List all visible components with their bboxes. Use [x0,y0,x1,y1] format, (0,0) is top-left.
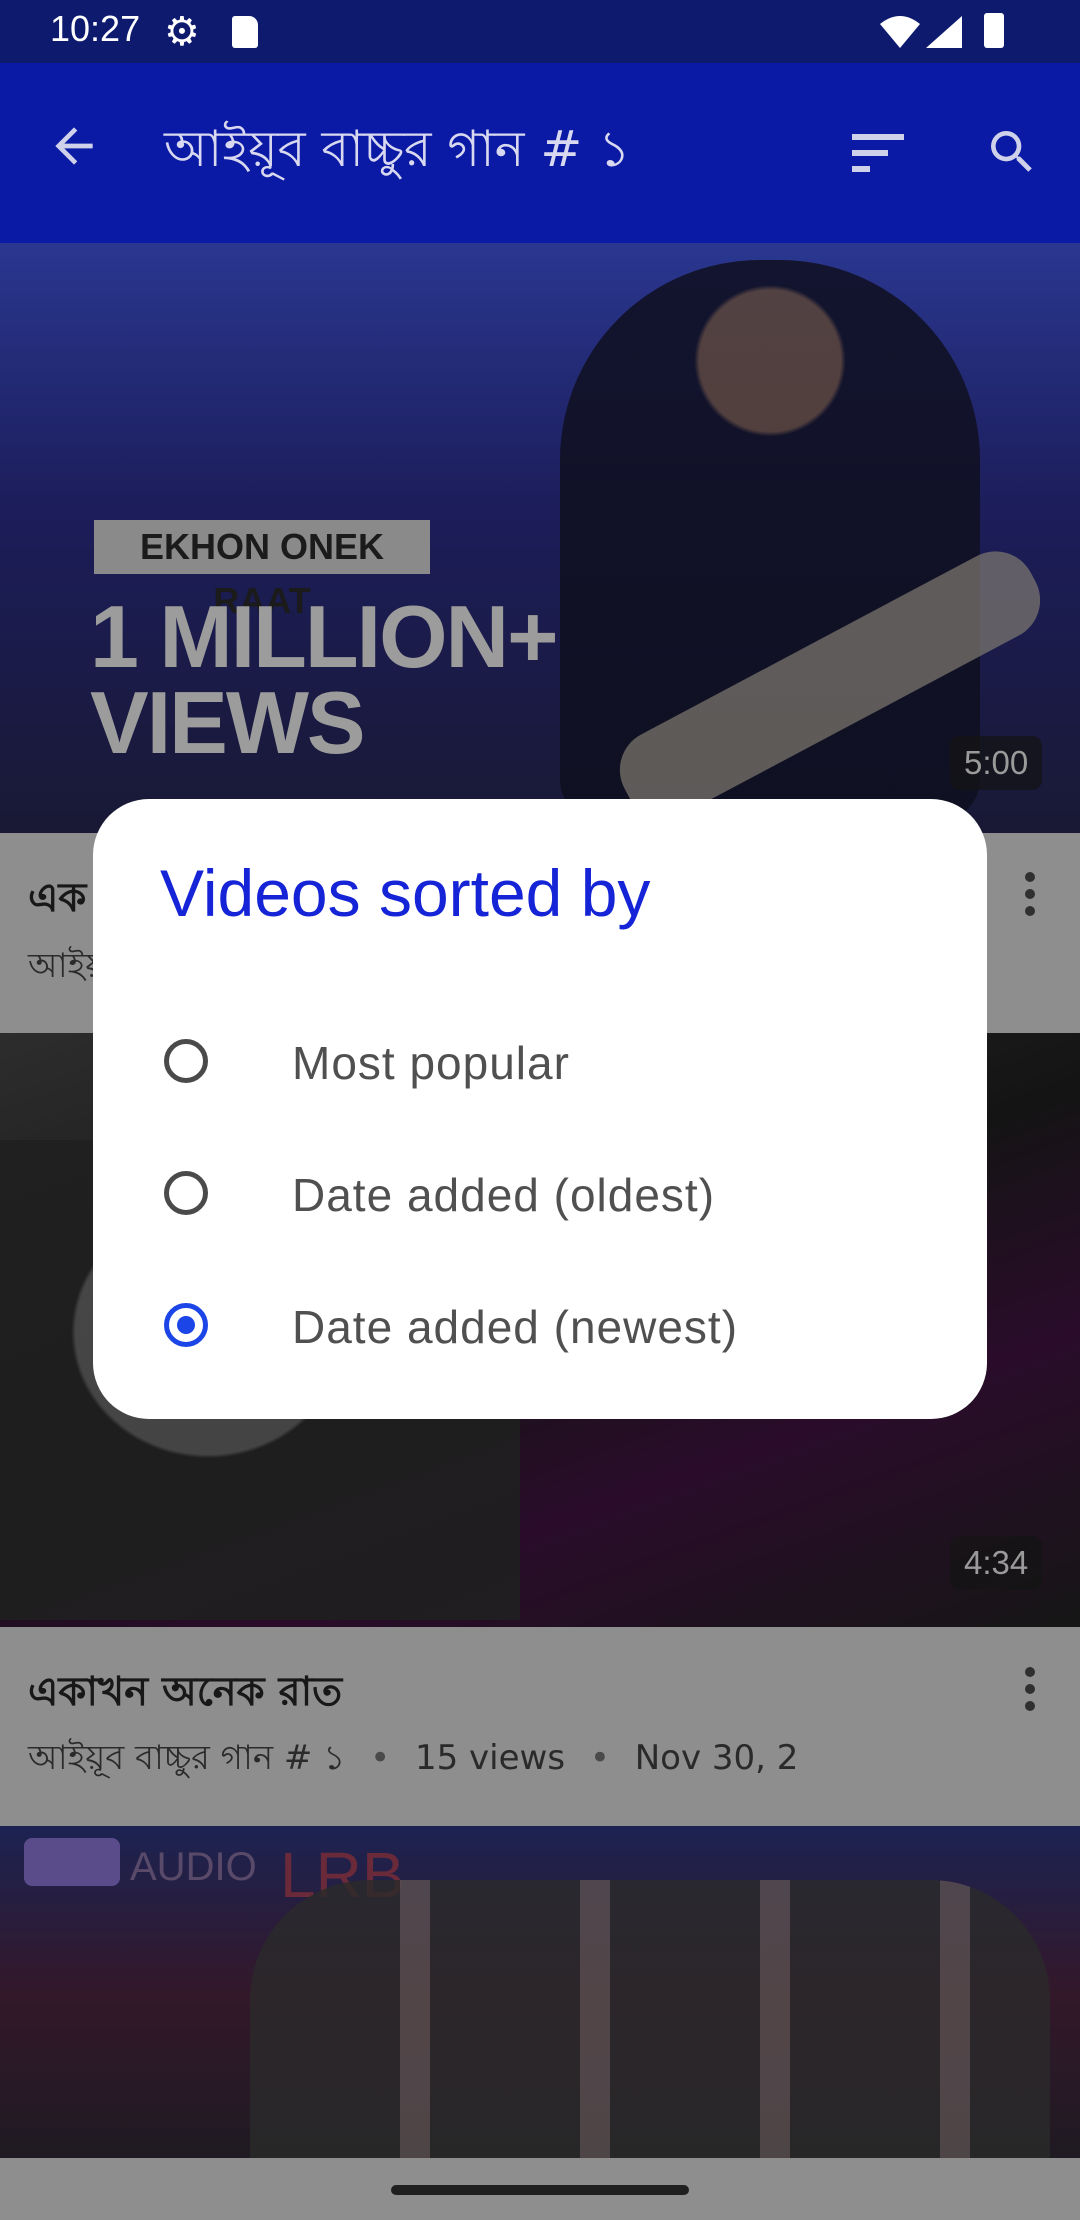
thumbnail-text-audio: AUDIO [130,1845,257,1889]
option-label: Date added (newest) [292,1301,739,1353]
meta-separator: • [589,1738,610,1778]
sd-card-icon [232,16,258,48]
battery-icon [984,13,1004,48]
more-options-icon[interactable] [1025,872,1037,923]
meta-separator: • [370,1738,391,1778]
thumbnail-text-top: EKHON ONEK RAAT [94,520,430,621]
video-meta-views: 15 views [414,1738,566,1778]
video-meta: আইয়ূব বাচ্চুর গান # ১ • 15 views • Nov … [28,1732,812,1789]
video-meta-date: Nov 30, 2 [634,1738,799,1778]
video-title[interactable]: একাখন অনেক রাত [28,1660,342,1727]
sort-option-date-oldest[interactable]: Date added (oldest) [160,1148,940,1248]
dialog-title: Videos sorted by [160,856,651,930]
thumbnail-text-big: 1 MILLION+ VIEWS [90,587,558,772]
thumbnail-band [250,1880,1050,2160]
radio-button[interactable] [164,1171,208,1215]
option-label: Most popular [292,1037,570,1089]
video-duration: 5:00 [950,736,1043,790]
sort-icon[interactable] [852,132,908,176]
more-options-icon[interactable] [1025,1667,1037,1718]
back-arrow-icon[interactable] [46,118,102,174]
channel-logo [24,1838,120,1886]
option-label: Date added (oldest) [292,1169,716,1221]
status-time: 10:27 [50,8,141,49]
page-title: আইয়ূব বাচ্চুর গান # ১ [164,120,631,178]
video-title[interactable]: এক [28,866,86,933]
sort-option-date-newest[interactable]: Date added (newest) [160,1280,940,1380]
signal-icon [926,16,962,48]
search-icon[interactable] [984,124,1040,180]
video-meta-channel: আইয়ূব বাচ্চুর গান # ১ [28,1738,346,1778]
sort-option-most-popular[interactable]: Most popular [160,1016,940,1116]
radio-button-selected[interactable] [164,1303,208,1347]
video-duration: 4:34 [950,1536,1043,1590]
gear-icon: ⚙ [164,9,200,55]
radio-button[interactable] [164,1039,208,1083]
gesture-handle[interactable] [391,2185,689,2195]
wifi-icon [880,16,920,48]
